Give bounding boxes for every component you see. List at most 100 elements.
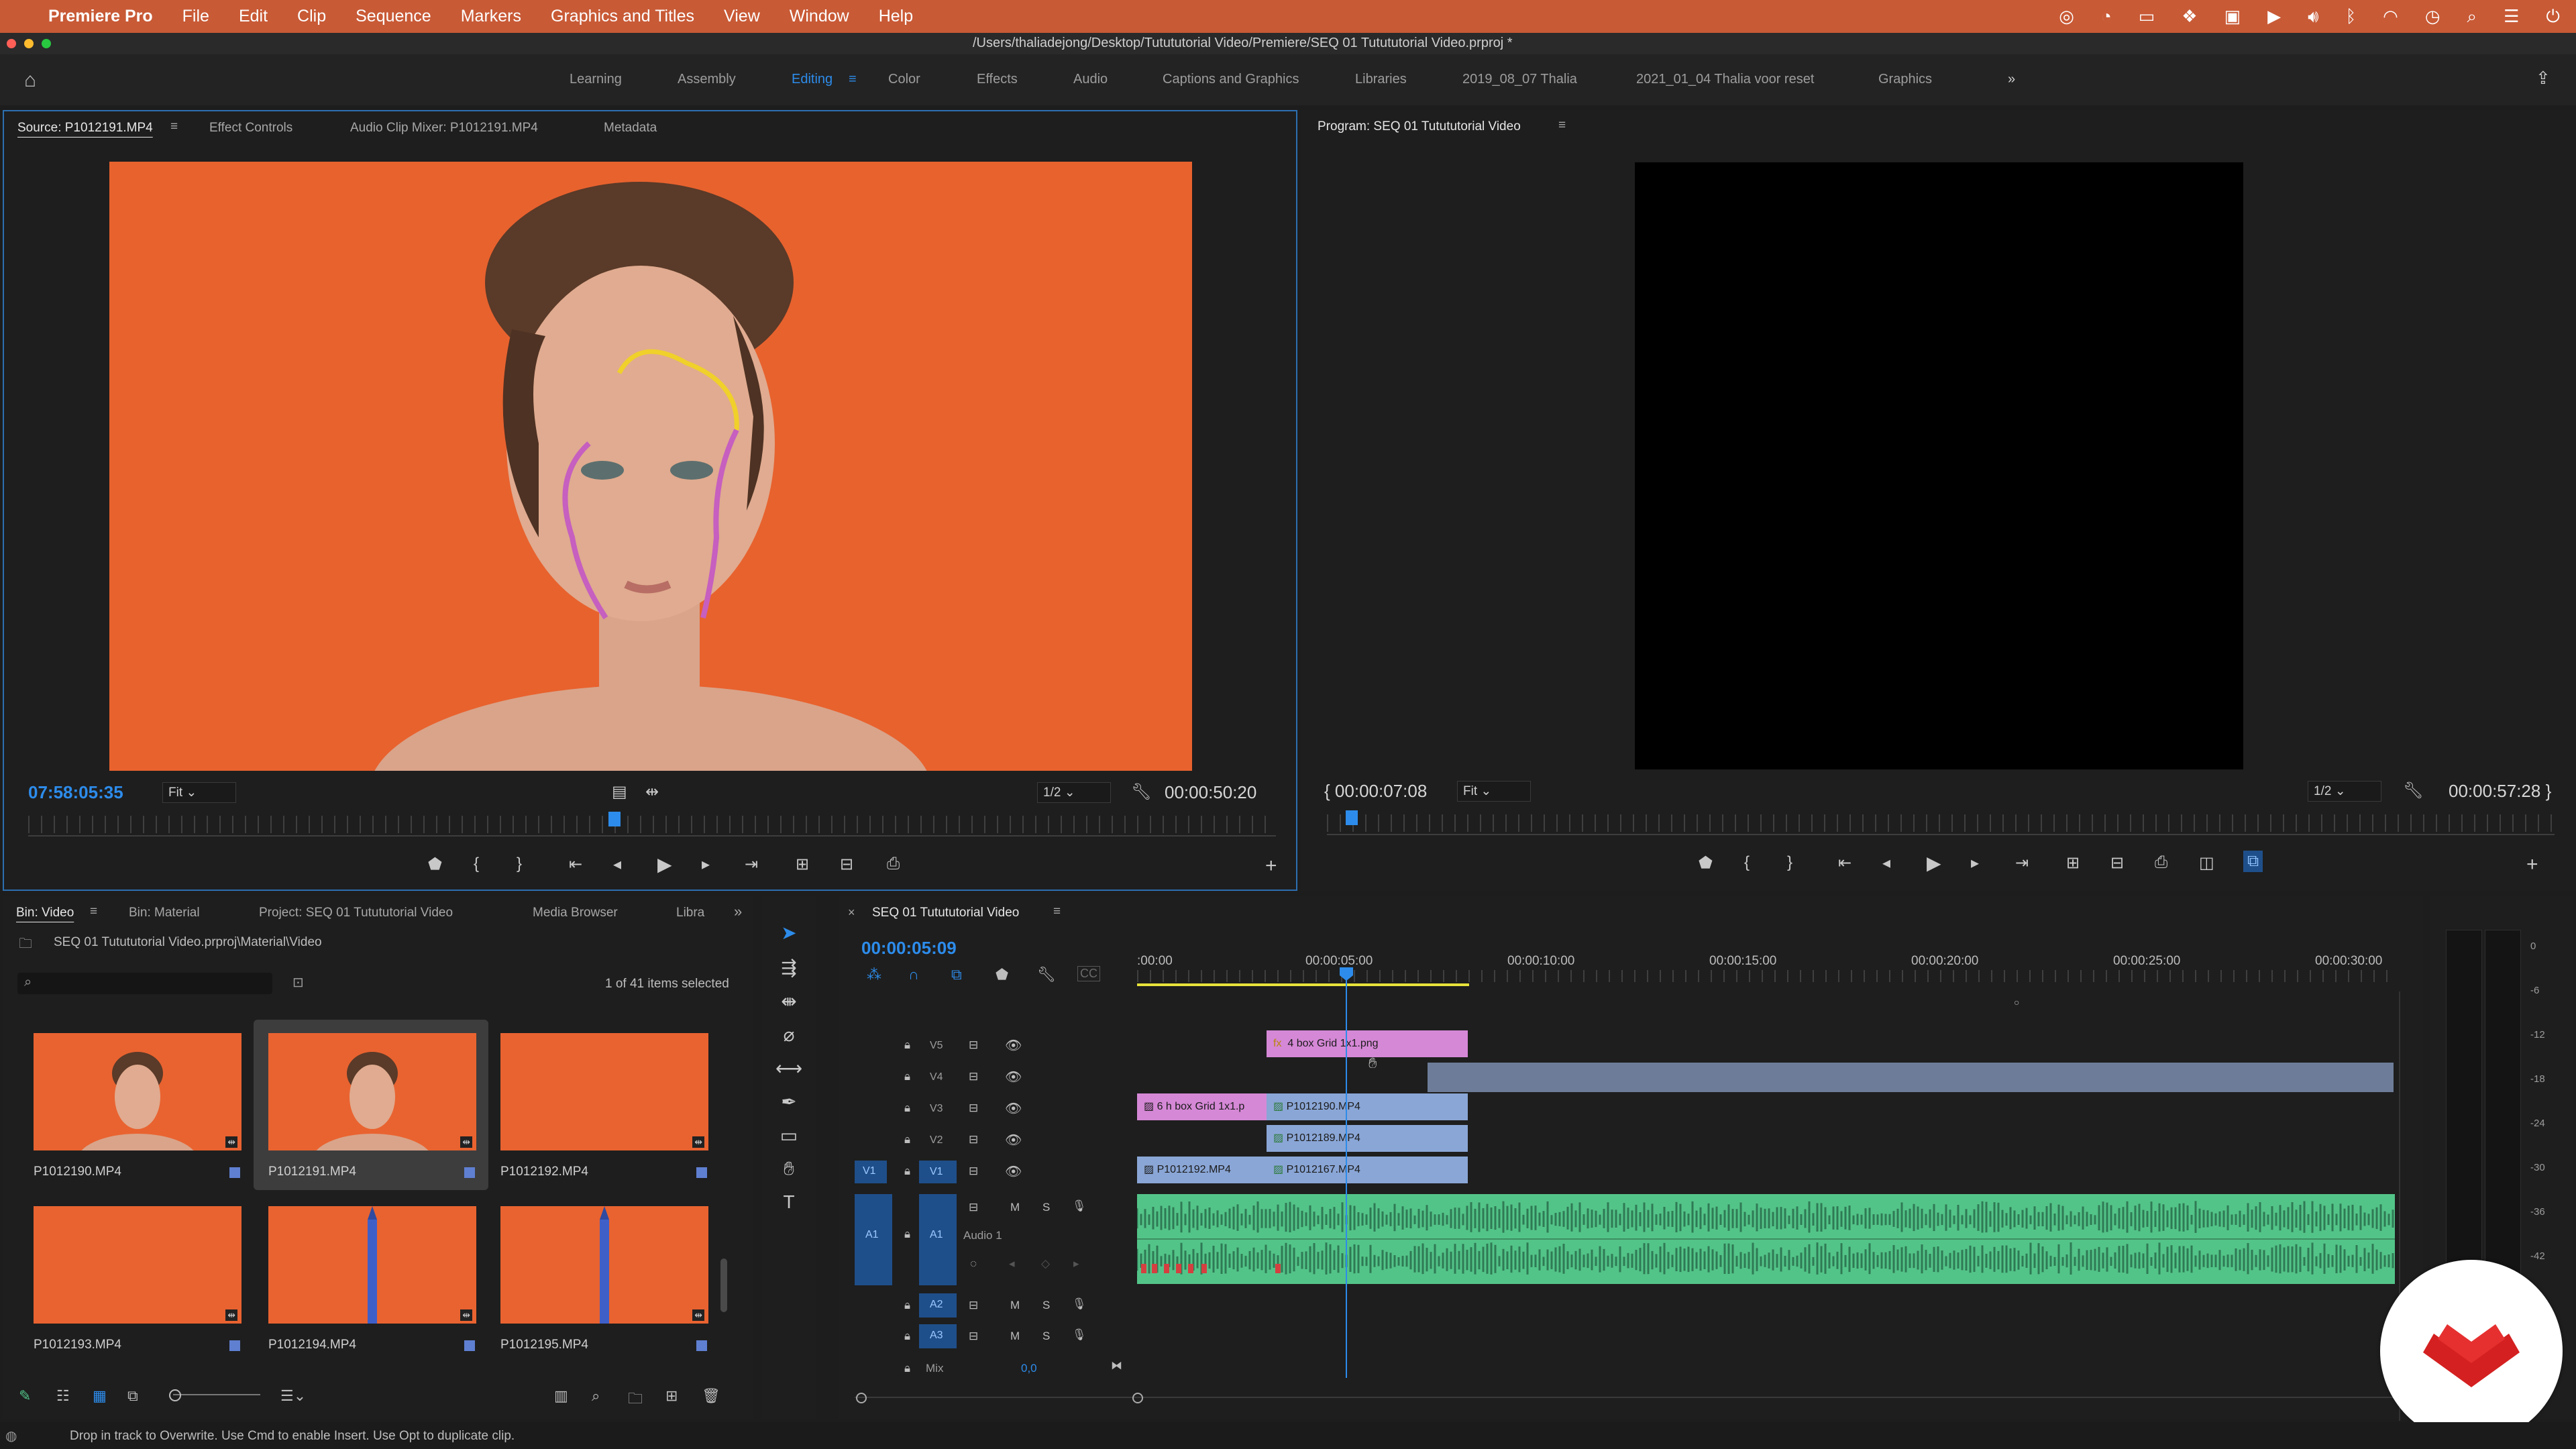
program-mark-in-icon[interactable]: { [1744, 853, 1750, 872]
track-lock-icon[interactable]: 🔒︎ [904, 1038, 910, 1052]
bin-scrollbar[interactable] [720, 1258, 727, 1312]
a1-volume-knob-icon[interactable]: ◌ [970, 1257, 977, 1271]
export-frame-icon[interactable]: ⎙ [887, 855, 900, 873]
tab-metadata[interactable]: Metadata [604, 121, 657, 136]
program-settings-wrench-icon[interactable]: 🔧︎ [2403, 781, 2423, 800]
step-back-icon[interactable]: ◂ [613, 855, 621, 874]
timeline-zoom-handle-right[interactable] [1132, 1393, 1143, 1403]
find-icon[interactable]: ⌕ [592, 1387, 600, 1405]
track-lock-icon[interactable]: 🔒︎ [904, 1070, 910, 1083]
settings-wrench-icon[interactable]: 🔧︎ [1131, 782, 1151, 802]
source-playhead[interactable] [608, 812, 621, 826]
bin-item-name[interactable]: P1012191.MP4 [268, 1165, 356, 1179]
workspace-menu-icon[interactable]: ≡ [849, 72, 857, 87]
wifi-icon[interactable]: ◠ [2383, 6, 2398, 27]
bluetooth-icon[interactable]: ᛒ [2346, 6, 2357, 27]
home-icon[interactable]: ⌂ [24, 69, 36, 92]
program-menu-icon[interactable]: ≡ [1558, 118, 1566, 133]
menu-edit[interactable]: Edit [239, 7, 268, 26]
clip-v2[interactable]: ▨ P1012189.MP4 [1267, 1125, 1468, 1152]
timeline-marker-icon[interactable]: ⬟ [996, 966, 1008, 983]
v4-clip[interactable] [1428, 1063, 2394, 1092]
tab-audio-clip-mixer[interactable]: Audio Clip Mixer: P1012191.MP4 [350, 121, 538, 136]
a3-voiceover-icon[interactable]: 🎙︎ [1072, 1328, 1087, 1342]
menu-graphics-titles[interactable]: Graphics and Titles [551, 7, 694, 26]
mix-end-icon[interactable]: ⧓ [1111, 1359, 1122, 1373]
program-resolution-select[interactable]: 1/2 ⌄ [2308, 781, 2381, 802]
program-export-frame-icon[interactable]: ⎙ [2155, 853, 2167, 872]
a1-voiceover-icon[interactable]: 🎙︎ [1072, 1199, 1087, 1213]
trash-icon[interactable]: 🗑︎ [702, 1387, 720, 1405]
bin-item-name[interactable]: P1012195.MP4 [500, 1338, 588, 1352]
a1-next-keyframe-icon[interactable]: ▸ [1073, 1257, 1079, 1271]
menu-view[interactable]: View [724, 7, 760, 26]
snap-icon[interactable]: ∩ [908, 966, 919, 983]
workspace-audio[interactable]: Audio [1073, 72, 1108, 87]
track-target-a3[interactable]: A3 [919, 1324, 957, 1348]
thumbnail-size-slider[interactable] [173, 1394, 260, 1395]
insert-icon[interactable]: ⊞ [796, 855, 809, 874]
minimize-window-button[interactable] [24, 39, 34, 48]
workspace-editing[interactable]: Editing [792, 72, 833, 87]
a2-solo-button[interactable]: S [1042, 1299, 1050, 1312]
a3-solo-button[interactable]: S [1042, 1330, 1050, 1343]
bin-tab-menu-icon[interactable]: ≡ [90, 904, 97, 919]
new-bin-icon[interactable]: 🗀︎ [628, 1387, 643, 1413]
zoom-window-button[interactable] [42, 39, 51, 48]
workspace-color[interactable]: Color [888, 72, 920, 87]
track-lock-icon[interactable]: 🔒︎ [904, 1165, 910, 1178]
vr-video-icon[interactable]: ⧉ [2243, 851, 2263, 872]
clip-v3a[interactable]: ▨ 6 h box Grid 1x1.p [1137, 1093, 1267, 1120]
clip-v3b[interactable]: ▨ P1012190.MP4 [1267, 1093, 1468, 1120]
razor-tool-icon[interactable]: ⌀ [775, 1024, 802, 1046]
mix-lock-icon[interactable]: 🔒︎ [904, 1362, 910, 1375]
bin-item-thumbnail[interactable]: ⇹ [500, 1206, 708, 1327]
tab-bin-video[interactable]: Bin: Video [16, 906, 74, 920]
work-area-bar[interactable] [1137, 983, 1469, 986]
bin-item-thumbnail[interactable]: ⇹ [34, 1033, 241, 1187]
display-icon[interactable]: ▭ [2139, 6, 2155, 27]
pen-tool-icon[interactable]: ✒ [775, 1091, 802, 1113]
more-workspaces-icon[interactable]: » [2008, 72, 2015, 87]
overwrite-icon[interactable]: ⊟ [840, 855, 853, 874]
workspace-effects[interactable]: Effects [977, 72, 1018, 87]
app-menu[interactable]: Premiere Pro [48, 7, 153, 26]
drag-audio-icon[interactable]: ⇹ [645, 782, 659, 802]
program-zoom-select[interactable]: Fit ⌄ [1457, 781, 1531, 802]
program-go-to-in-icon[interactable]: ⇤ [1838, 853, 1851, 873]
linked-selection-icon[interactable]: ⧉ [951, 966, 962, 983]
a1-prev-keyframe-icon[interactable]: ◂ [1009, 1257, 1015, 1271]
bin-item-thumbnail[interactable]: ⇹ [268, 1033, 476, 1187]
track-target[interactable]: V4 [919, 1066, 957, 1089]
track-target[interactable]: V1 [919, 1161, 957, 1183]
control-center-icon[interactable]: ☰ [2504, 6, 2519, 27]
type-tool-icon[interactable]: T [775, 1191, 802, 1213]
a1-mute-button[interactable]: M [1010, 1201, 1020, 1214]
new-search-bin-icon[interactable]: ⊡ [292, 974, 304, 991]
a2-lock-icon[interactable]: 🔒︎ [904, 1299, 910, 1312]
a1-add-keyframe-icon[interactable]: ◇ [1041, 1257, 1050, 1271]
a3-lock-icon[interactable]: 🔒︎ [904, 1330, 910, 1343]
a1-sync-lock-icon[interactable]: ⊟ [969, 1201, 978, 1214]
track-sync-lock-icon[interactable]: ⊟ [969, 1133, 978, 1146]
sequence-menu-icon[interactable]: ≡ [1053, 904, 1061, 919]
timeline-playhead-line[interactable] [1346, 970, 1347, 1378]
bin-search-input[interactable]: ⌕ [17, 973, 272, 994]
mark-in-icon[interactable]: { [474, 855, 479, 873]
clip-v5[interactable]: fx 4 box Grid 1x1.png [1267, 1030, 1468, 1057]
timeline-settings-icon[interactable]: 🔧︎ [1037, 966, 1056, 983]
menu-help[interactable]: Help [879, 7, 913, 26]
track-sync-lock-icon[interactable]: ⊟ [969, 1102, 978, 1115]
app-icon[interactable]: ▣ [2224, 6, 2241, 27]
program-step-forward-icon[interactable]: ▸ [1971, 853, 1979, 873]
bin-item-name[interactable]: P1012192.MP4 [500, 1165, 588, 1179]
cc-icon[interactable]: ◎ [2059, 6, 2074, 27]
program-go-to-out-icon[interactable]: ⇥ [2015, 853, 2029, 873]
spotlight-icon[interactable]: ⌕ [2467, 6, 2477, 28]
program-mark-out-icon[interactable]: } [1787, 853, 1792, 872]
selection-tool-icon[interactable]: ➤ [775, 922, 802, 944]
writable-pencil-icon[interactable]: ✎ [19, 1387, 31, 1405]
program-current-timecode[interactable]: { 00:00:07:08 [1324, 781, 1427, 802]
tab-media-browser[interactable]: Media Browser [533, 906, 618, 920]
track-sync-lock-icon[interactable]: ⊟ [969, 1070, 978, 1083]
